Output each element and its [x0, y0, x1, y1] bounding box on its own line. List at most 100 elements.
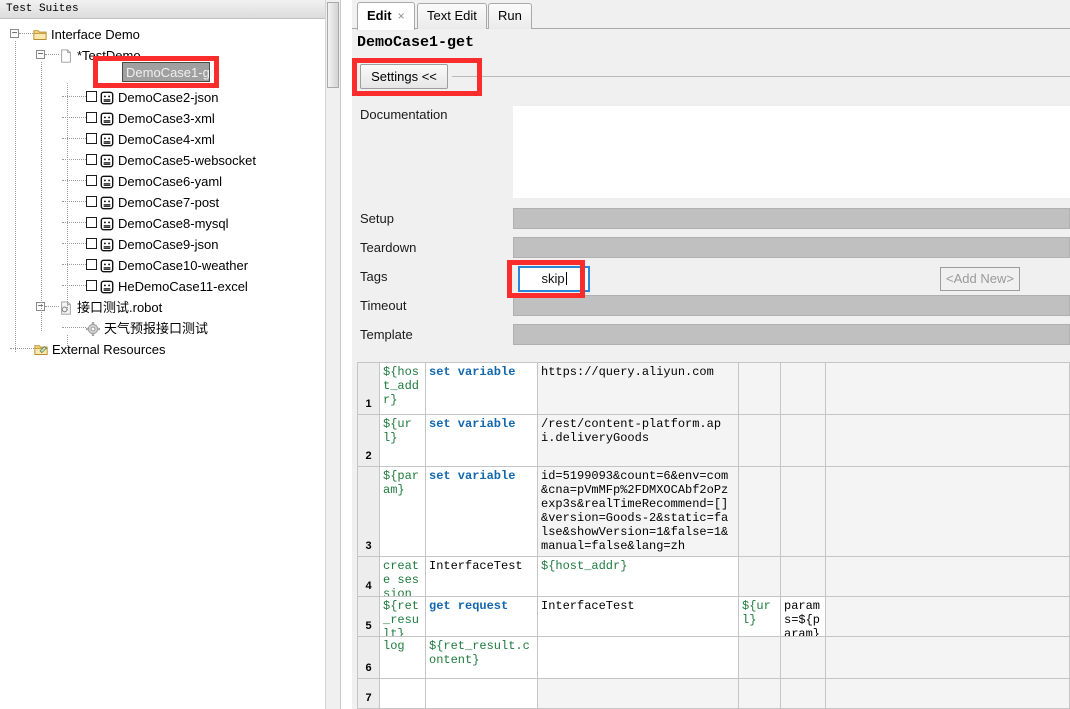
tree-item-democase8-mysql[interactable]: DemoCase8-mysql — [0, 212, 340, 233]
setup-field[interactable] — [513, 208, 1070, 229]
table-row[interactable]: 3 ${param} set variable id=5199093&count=6&… — [358, 467, 1070, 557]
cell-arg2[interactable] — [739, 557, 781, 596]
tags-input[interactable]: skip — [518, 266, 590, 292]
cell-keyword[interactable]: set variable — [426, 415, 538, 466]
tree-item-robot[interactable]: − 接口测试.robot — [0, 296, 340, 317]
tree-item-democase4-xml[interactable]: DemoCase4-xml — [0, 128, 340, 149]
cell-keyword[interactable] — [426, 679, 538, 708]
cell-arg3[interactable] — [781, 679, 826, 708]
settings-toggle-button[interactable]: Settings << — [360, 64, 448, 89]
tree-item-democase7-post[interactable]: DemoCase7-post — [0, 191, 340, 212]
cell-arg1[interactable]: /rest/content-platform.api.deliveryGoods — [538, 415, 739, 466]
tree-item-label: External Resources — [52, 342, 166, 358]
tree-item-democase5-websocket[interactable]: DemoCase5-websocket — [0, 149, 340, 170]
test-suites-header: Test Suites — [0, 0, 340, 19]
robot-file-icon — [59, 300, 73, 315]
table-row[interactable]: 5 ${ret_result} get request InterfaceTest ${… — [358, 597, 1070, 637]
cell-arg2[interactable] — [739, 467, 781, 556]
tab-edit[interactable]: Edit × — [357, 2, 415, 30]
keyword-steps-table[interactable]: 1 ${host_addr} set variable https://query.a… — [357, 362, 1070, 709]
tree-item-external-resources[interactable]: External Resources — [0, 338, 340, 359]
tree-item-democase10-weather[interactable]: DemoCase10-weather — [0, 254, 340, 275]
tree-item-checkbox[interactable] — [86, 112, 97, 124]
tree-expander-collapse-icon[interactable]: − — [10, 29, 19, 39]
tree-item-checkbox[interactable] — [86, 154, 97, 166]
cell-assign[interactable]: create session — [380, 557, 426, 596]
tree-item-interface-demo[interactable]: − Interface Demo — [0, 23, 340, 44]
tree-item-checkbox[interactable] — [86, 196, 97, 208]
cell-assign[interactable]: ${url} — [380, 415, 426, 466]
tree-node-editor-democase1[interactable]: DemoCase1-get — [122, 62, 221, 82]
cell-arg2[interactable] — [739, 363, 781, 414]
cell-arg2[interactable] — [739, 637, 781, 678]
cell-arg1[interactable]: InterfaceTest — [538, 597, 739, 636]
table-row[interactable]: 1 ${host_addr} set variable https://query.a… — [358, 363, 1070, 415]
cell-arg3[interactable] — [781, 363, 826, 414]
tree-item-checkbox[interactable] — [86, 133, 97, 145]
cell-arg4[interactable] — [826, 363, 1070, 414]
documentation-field[interactable] — [513, 106, 1070, 198]
tab-text-edit[interactable]: Text Edit — [417, 3, 487, 29]
testcase-icon — [100, 90, 114, 104]
tree-item-democase9-json[interactable]: DemoCase9-json — [0, 233, 340, 254]
cell-arg4[interactable] — [826, 467, 1070, 556]
test-suites-tree[interactable]: −Interface Demo−*TestDemoDemoCase1-getDe… — [0, 20, 340, 709]
cell-assign[interactable]: ${param} — [380, 467, 426, 556]
cell-keyword[interactable]: set variable — [426, 363, 538, 414]
tree-item-checkbox[interactable] — [86, 259, 97, 271]
cell-arg1[interactable] — [538, 637, 739, 678]
tab-run-label: Run — [498, 8, 522, 23]
cell-arg3[interactable] — [781, 467, 826, 556]
left-scrollbar-thumb[interactable] — [327, 2, 339, 88]
tree-item-checkbox[interactable] — [86, 238, 97, 250]
cell-arg1[interactable]: ${host_addr} — [538, 557, 739, 596]
table-row[interactable]: 2 ${url} set variable/rest/content-platfor… — [358, 415, 1070, 467]
cell-arg2[interactable] — [739, 679, 781, 708]
cell-keyword[interactable]: get request — [426, 597, 538, 636]
cell-arg4[interactable] — [826, 597, 1070, 636]
cell-arg4[interactable] — [826, 679, 1070, 708]
tree-item-checkbox[interactable] — [86, 175, 97, 187]
cell-arg1[interactable]: https://query.aliyun.com — [538, 363, 739, 414]
tree-expander-collapse-icon[interactable]: − — [36, 50, 45, 60]
tab-run[interactable]: Run — [488, 3, 532, 29]
cell-arg4[interactable] — [826, 415, 1070, 466]
close-icon[interactable]: × — [398, 9, 405, 23]
teardown-field[interactable] — [513, 237, 1070, 258]
tree-item-hedemocase11-excel[interactable]: HeDemoCase11-excel — [0, 275, 340, 296]
timeout-field[interactable] — [513, 295, 1070, 316]
cell-arg3[interactable] — [781, 415, 826, 466]
tree-item-democase3-xml[interactable]: DemoCase3-xml — [0, 107, 340, 128]
cell-arg2[interactable]: ${url} — [739, 597, 781, 636]
cell-arg3[interactable] — [781, 637, 826, 678]
tree-item-label: DemoCase8-mysql — [118, 216, 229, 232]
tree-item-checkbox[interactable] — [86, 217, 97, 229]
cell-arg2[interactable] — [739, 415, 781, 466]
cell-arg1[interactable] — [538, 679, 739, 708]
cell-keyword[interactable]: InterfaceTest — [426, 557, 538, 596]
cell-arg3[interactable]: params=${param} — [781, 597, 826, 636]
table-row[interactable]: 7 — [358, 679, 1070, 709]
cell-arg3[interactable] — [781, 557, 826, 596]
tree-item-checkbox[interactable] — [86, 280, 97, 292]
cell-arg4[interactable] — [826, 557, 1070, 596]
table-row[interactable]: 4 create session InterfaceTest ${host_addr} — [358, 557, 1070, 597]
cell-assign[interactable]: log — [380, 637, 426, 678]
cell-arg4[interactable] — [826, 637, 1070, 678]
cell-assign[interactable]: ${ret_result} — [380, 597, 426, 636]
tree-item-democase2-json[interactable]: DemoCase2-json — [0, 86, 340, 107]
table-row[interactable]: 6 log ${ret_result.content} — [358, 637, 1070, 679]
template-field[interactable] — [513, 324, 1070, 345]
cell-assign[interactable] — [380, 679, 426, 708]
text-caret — [565, 272, 567, 285]
tree-item-democase6-yaml[interactable]: DemoCase6-yaml — [0, 170, 340, 191]
cell-assign[interactable]: ${host_addr} — [380, 363, 426, 414]
cell-keyword[interactable]: ${ret_result.content} — [426, 637, 538, 678]
cell-keyword[interactable]: set variable — [426, 467, 538, 556]
test-suites-panel: Test Suites − Interface Demo − *TestDemo Dem… — [0, 0, 341, 709]
tree-item-[interactable]: 天气预报接口测试 — [0, 317, 340, 338]
tree-item-checkbox[interactable] — [86, 91, 97, 103]
tags-add-new-button[interactable]: <Add New> — [940, 267, 1020, 291]
left-panel-vertical-scrollbar[interactable] — [325, 0, 340, 709]
cell-arg1[interactable]: id=5199093&count=6&env=com&cna=pVmMFp%2F… — [538, 467, 739, 556]
